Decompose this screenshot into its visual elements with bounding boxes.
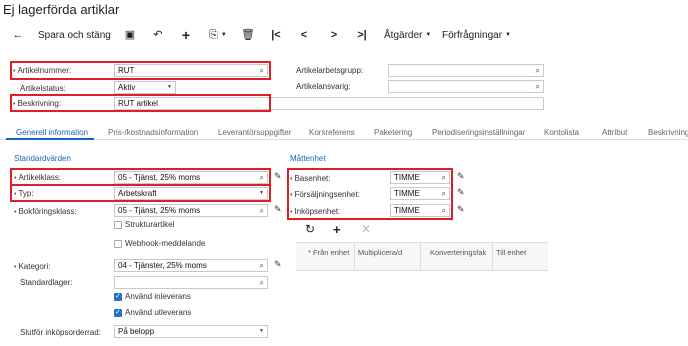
highlight-box <box>287 168 453 220</box>
edit-pencil-icon[interactable]: ✎ <box>274 204 282 215</box>
highlight-box <box>10 184 271 202</box>
active-tab-indicator <box>6 138 94 140</box>
col-multiply-divide[interactable]: Multiplicera/d <box>358 248 402 257</box>
tab-general-info[interactable]: Generell information <box>16 128 88 137</box>
structure-item-checkbox[interactable] <box>114 221 122 229</box>
work-group-field[interactable]: ⌕ <box>388 64 544 77</box>
uom-section-title: Måttenhet <box>290 154 326 163</box>
posting-class-label: • Bokföringsklass: <box>14 207 77 216</box>
webhook-label: Webhook-meddelande <box>125 239 206 248</box>
chevron-down-icon: ▼ <box>259 328 264 334</box>
page-title: Ej lagerförda artiklar <box>3 2 120 17</box>
refresh-button[interactable]: ↻ <box>305 222 315 236</box>
edit-pencil-icon[interactable]: ✎ <box>274 171 282 182</box>
search-icon[interactable]: ⌕ <box>536 65 540 76</box>
grid-delete-button[interactable]: ✕ <box>361 222 371 236</box>
highlight-box <box>10 61 271 80</box>
trash-icon: 🗑 <box>241 29 255 41</box>
use-receipt-label: Använd inleverans <box>125 292 191 301</box>
item-status-select[interactable]: Aktiv ▼ <box>114 81 176 94</box>
default-warehouse-label: Standardlager: <box>20 278 73 287</box>
edit-pencil-icon[interactable]: ✎ <box>457 171 465 182</box>
first-record-icon: |< <box>271 29 281 41</box>
column-divider <box>354 243 355 270</box>
manager-label: Artikelansvarig: <box>296 82 351 91</box>
close-icon: ✕ <box>361 222 372 236</box>
tab-packaging[interactable]: Paketering <box>374 128 412 137</box>
chevron-down-icon: ▼ <box>167 84 172 90</box>
tab-deferral[interactable]: Periodiseringsinställningar <box>432 128 525 137</box>
item-status-label: Artikelstatus: <box>20 84 66 93</box>
structure-item-label: Strukturartikel <box>125 220 175 229</box>
refresh-icon: ↻ <box>305 222 316 236</box>
use-delivery-checkbox[interactable] <box>114 308 122 317</box>
use-receipt-checkbox[interactable] <box>114 292 122 301</box>
tab-vendor[interactable]: Leverantörsuppgifter <box>218 128 291 137</box>
floppy-disk-icon: ▣ <box>124 29 136 41</box>
delete-button[interactable]: 🗑 <box>240 27 256 43</box>
plus-icon: + <box>181 27 191 43</box>
chevron-down-icon: ▼ <box>505 32 511 38</box>
webhook-checkbox[interactable] <box>114 240 122 248</box>
tab-account-list[interactable]: Kontolista <box>544 128 579 137</box>
last-record-button[interactable]: >| <box>354 27 370 43</box>
grid-add-button[interactable]: + <box>333 222 341 237</box>
next-icon: > <box>330 29 338 41</box>
search-icon[interactable]: ⌕ <box>536 81 540 92</box>
edit-pencil-icon[interactable]: ✎ <box>274 259 282 270</box>
tab-bar: Generell information Pris-/kostnadsinfor… <box>0 124 688 140</box>
tab-price-cost[interactable]: Pris-/kostnadsinformation <box>108 128 198 137</box>
default-warehouse-field[interactable]: ⌕ <box>114 276 268 289</box>
complete-po-select[interactable]: På belopp ▼ <box>114 325 268 338</box>
required-marker: • <box>14 264 17 271</box>
edit-pencil-icon[interactable]: ✎ <box>457 204 465 215</box>
tab-cross-reference[interactable]: Korsreferens <box>309 128 355 137</box>
search-icon[interactable]: ⌕ <box>260 260 264 271</box>
use-delivery-label: Använd utleverans <box>125 308 192 317</box>
next-button[interactable]: > <box>326 27 342 43</box>
previous-icon: < <box>300 29 308 41</box>
manager-field[interactable]: ⌕ <box>388 80 544 93</box>
col-to-unit[interactable]: Till enhet <box>496 248 526 257</box>
grid-header: * Från enhet Multiplicera/d Konvertering… <box>296 242 548 271</box>
add-button[interactable]: + <box>178 27 194 43</box>
copy-paste-icon: ⎘ <box>209 29 218 41</box>
complete-po-label: Slutför inköpsorderrad: <box>20 328 101 337</box>
first-record-button[interactable]: |< <box>268 27 284 43</box>
col-from-unit[interactable]: * Från enhet <box>308 248 349 257</box>
search-icon[interactable]: ⌕ <box>260 205 264 216</box>
category-label: • Kategori: <box>14 262 51 271</box>
save-button[interactable]: ▣ <box>122 27 138 43</box>
copy-paste-button[interactable]: ⎘ ▼ <box>206 27 230 43</box>
column-divider <box>492 243 493 270</box>
search-icon[interactable]: ⌕ <box>260 277 264 288</box>
tab-description[interactable]: Beskrivning <box>648 128 688 137</box>
chevron-down-icon: ▼ <box>425 32 432 38</box>
chevron-down-icon: ▼ <box>220 32 227 38</box>
category-field[interactable]: 04 - Tjänster, 25% moms ⌕ <box>114 259 268 272</box>
inquiries-menu[interactable]: Förfrågningar ▼ <box>442 27 511 43</box>
actions-menu[interactable]: Åtgärder ▼ <box>384 27 431 43</box>
inquiries-label: Förfrågningar <box>442 29 503 41</box>
last-record-icon: >| <box>357 29 367 41</box>
save-close-button[interactable]: Spara och stäng <box>38 27 111 43</box>
arrow-left-icon: ← <box>12 29 24 41</box>
work-group-label: Artikelarbetsgrupp: <box>296 66 364 75</box>
undo-button[interactable]: ↶ <box>150 27 166 43</box>
highlight-box <box>10 94 271 112</box>
edit-pencil-icon[interactable]: ✎ <box>457 187 465 198</box>
actions-label: Åtgärder <box>384 29 423 41</box>
col-conversion-factor[interactable]: Konverteringsfak <box>430 248 486 257</box>
posting-class-field[interactable]: 05 - Tjänst, 25% moms ⌕ <box>114 204 268 217</box>
previous-button[interactable]: < <box>296 27 312 43</box>
undo-icon: ↶ <box>153 29 163 41</box>
column-divider <box>420 243 421 270</box>
plus-icon: + <box>333 222 341 237</box>
defaults-section-title: Standardvärden <box>14 154 71 163</box>
required-marker: • <box>14 209 17 216</box>
required-marker: * <box>308 248 311 257</box>
back-button[interactable]: ← <box>10 27 26 43</box>
tab-attributes[interactable]: Attribut <box>602 128 627 137</box>
